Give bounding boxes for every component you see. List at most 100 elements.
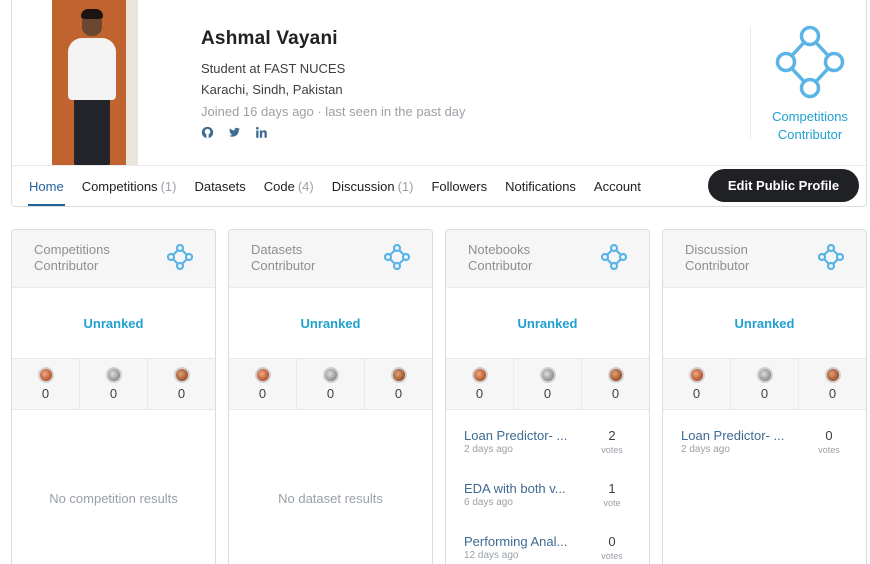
tab-account[interactable]: Account — [585, 166, 650, 206]
twitter-icon[interactable] — [228, 126, 241, 139]
bronze-medal-count: 0 — [611, 386, 620, 401]
tab-label: Home — [29, 178, 64, 194]
profile-name: Ashmal Vayani — [201, 28, 338, 49]
profile-card: Ashmal Vayani Student at FAST NUCES Kara… — [11, 0, 867, 207]
linkedin-icon[interactable] — [255, 126, 268, 139]
avatar-figure-shirt — [68, 38, 116, 100]
card-header: Competitions Contributor — [12, 230, 215, 288]
card-header: Datasets Contributor — [229, 230, 432, 288]
social-links — [201, 126, 268, 139]
item-votes-label: vote — [603, 498, 621, 508]
profile-joined: Joined 16 days ago · last seen in the pa… — [201, 104, 466, 119]
profile-occupation: Student at FAST NUCES — [201, 61, 346, 76]
card-title-line1: Datasets — [251, 242, 303, 257]
silver-medal-cell: 0 — [731, 359, 799, 409]
gold-medal-count: 0 — [475, 386, 484, 401]
tab-label: Discussion — [331, 178, 395, 194]
item-votes-label: votes — [818, 445, 840, 455]
medal-row: 0 0 0 — [663, 358, 866, 410]
avatar-figure-pants — [74, 98, 110, 166]
silver-medal-cell: 0 — [80, 359, 148, 409]
gold-medal-cell: 0 — [663, 359, 731, 409]
rank-link[interactable]: Unranked — [229, 288, 432, 358]
avatar[interactable] — [52, 0, 138, 166]
silver-medal-count: 0 — [543, 386, 552, 401]
tier-label: Competitions Contributor — [752, 108, 868, 144]
item-date: 6 days ago — [464, 497, 513, 508]
tab-competitions[interactable]: Competitions (1) — [73, 166, 186, 206]
item-date: 12 days ago — [464, 550, 519, 561]
rank-link[interactable]: Unranked — [663, 288, 866, 358]
github-icon[interactable] — [201, 126, 214, 139]
card-title-line2: Contributor — [468, 258, 533, 273]
item-votes-label: votes — [601, 445, 623, 455]
card-title-line1: Discussion — [685, 242, 748, 257]
tab-datasets[interactable]: Datasets — [185, 166, 254, 206]
item-title[interactable]: Loan Predictor- ... — [681, 428, 791, 443]
bronze-medal-icon — [824, 367, 841, 383]
discussion-card: Discussion Contributor Unranked 0 0 0 Lo… — [662, 229, 867, 564]
gold-medal-cell: 0 — [12, 359, 80, 409]
bronze-medal-cell: 0 — [365, 359, 432, 409]
badge-divider — [750, 27, 751, 139]
rank-link[interactable]: Unranked — [446, 288, 649, 358]
bronze-medal-icon — [390, 367, 407, 383]
bronze-medal-count: 0 — [177, 386, 186, 401]
card-header: Notebooks Contributor — [446, 230, 649, 288]
tab-label: Account — [593, 178, 641, 194]
item-title[interactable]: Loan Predictor- ... — [464, 428, 574, 443]
contributor-tier-icon — [601, 244, 627, 270]
list-item[interactable]: Loan Predictor- ... 2 days ago 2 votes — [446, 410, 649, 463]
gold-medal-count: 0 — [692, 386, 701, 401]
bronze-medal-count: 0 — [828, 386, 837, 401]
list-item[interactable]: Performing Anal... 12 days ago 0 votes — [446, 516, 649, 564]
gold-medal-cell: 0 — [229, 359, 297, 409]
medal-row: 0 0 0 — [12, 358, 215, 410]
card-title: Notebooks Contributor — [468, 242, 578, 274]
silver-medal-icon — [539, 367, 556, 383]
bronze-medal-cell: 0 — [148, 359, 215, 409]
tier-label-line1: Competitions — [772, 109, 848, 124]
item-votes: 2 — [608, 428, 616, 443]
item-title[interactable]: Performing Anal... — [464, 534, 574, 549]
card-title: Datasets Contributor — [251, 242, 361, 274]
tab-notifications[interactable]: Notifications — [496, 166, 585, 206]
card-title-line2: Contributor — [251, 258, 316, 273]
item-votes: 0 — [608, 534, 616, 549]
card-title-line2: Contributor — [685, 258, 750, 273]
avatar-background — [126, 0, 138, 166]
card-title: Discussion Contributor — [685, 242, 795, 274]
card-title-line1: Notebooks — [468, 242, 531, 257]
card-header: Discussion Contributor — [663, 230, 866, 288]
card-title-line2: Contributor — [34, 258, 99, 273]
notebooks-card: Notebooks Contributor Unranked 0 0 0 Loa… — [445, 229, 650, 564]
gold-medal-icon — [688, 367, 705, 383]
tab-label: Datasets — [194, 178, 246, 194]
tab-count: (4) — [297, 178, 314, 194]
bronze-medal-count: 0 — [394, 386, 403, 401]
tab-followers[interactable]: Followers — [422, 166, 496, 206]
list-item[interactable]: EDA with both v... 6 days ago 1 vote — [446, 463, 649, 516]
gold-medal-icon — [471, 367, 488, 383]
item-votes-label: votes — [601, 551, 623, 561]
item-date: 2 days ago — [464, 444, 513, 455]
rank-link[interactable]: Unranked — [12, 288, 215, 358]
tab-bar: Home Competitions (1) Datasets Code (4) … — [12, 165, 866, 206]
tab-home[interactable]: Home — [20, 166, 73, 206]
edit-profile-button[interactable]: Edit Public Profile — [708, 169, 859, 202]
contributor-tier-icon — [775, 25, 845, 99]
empty-state: No dataset results — [278, 490, 383, 506]
item-votes: 1 — [608, 481, 616, 496]
tab-discussion[interactable]: Discussion (1) — [323, 166, 423, 206]
card-title-line1: Competitions — [34, 242, 110, 257]
silver-medal-count: 0 — [109, 386, 118, 401]
tab-code[interactable]: Code (4) — [255, 166, 323, 206]
bronze-medal-icon — [607, 367, 624, 383]
tab-label: Code — [263, 178, 295, 194]
profile-tabs: Home Competitions (1) Datasets Code (4) … — [20, 166, 650, 206]
gold-medal-count: 0 — [258, 386, 267, 401]
list-item[interactable]: Loan Predictor- ... 2 days ago 0 votes — [663, 410, 866, 463]
tier-label-line2: Contributor — [777, 127, 843, 142]
avatar-figure-hair — [81, 9, 103, 19]
item-title[interactable]: EDA with both v... — [464, 481, 574, 496]
